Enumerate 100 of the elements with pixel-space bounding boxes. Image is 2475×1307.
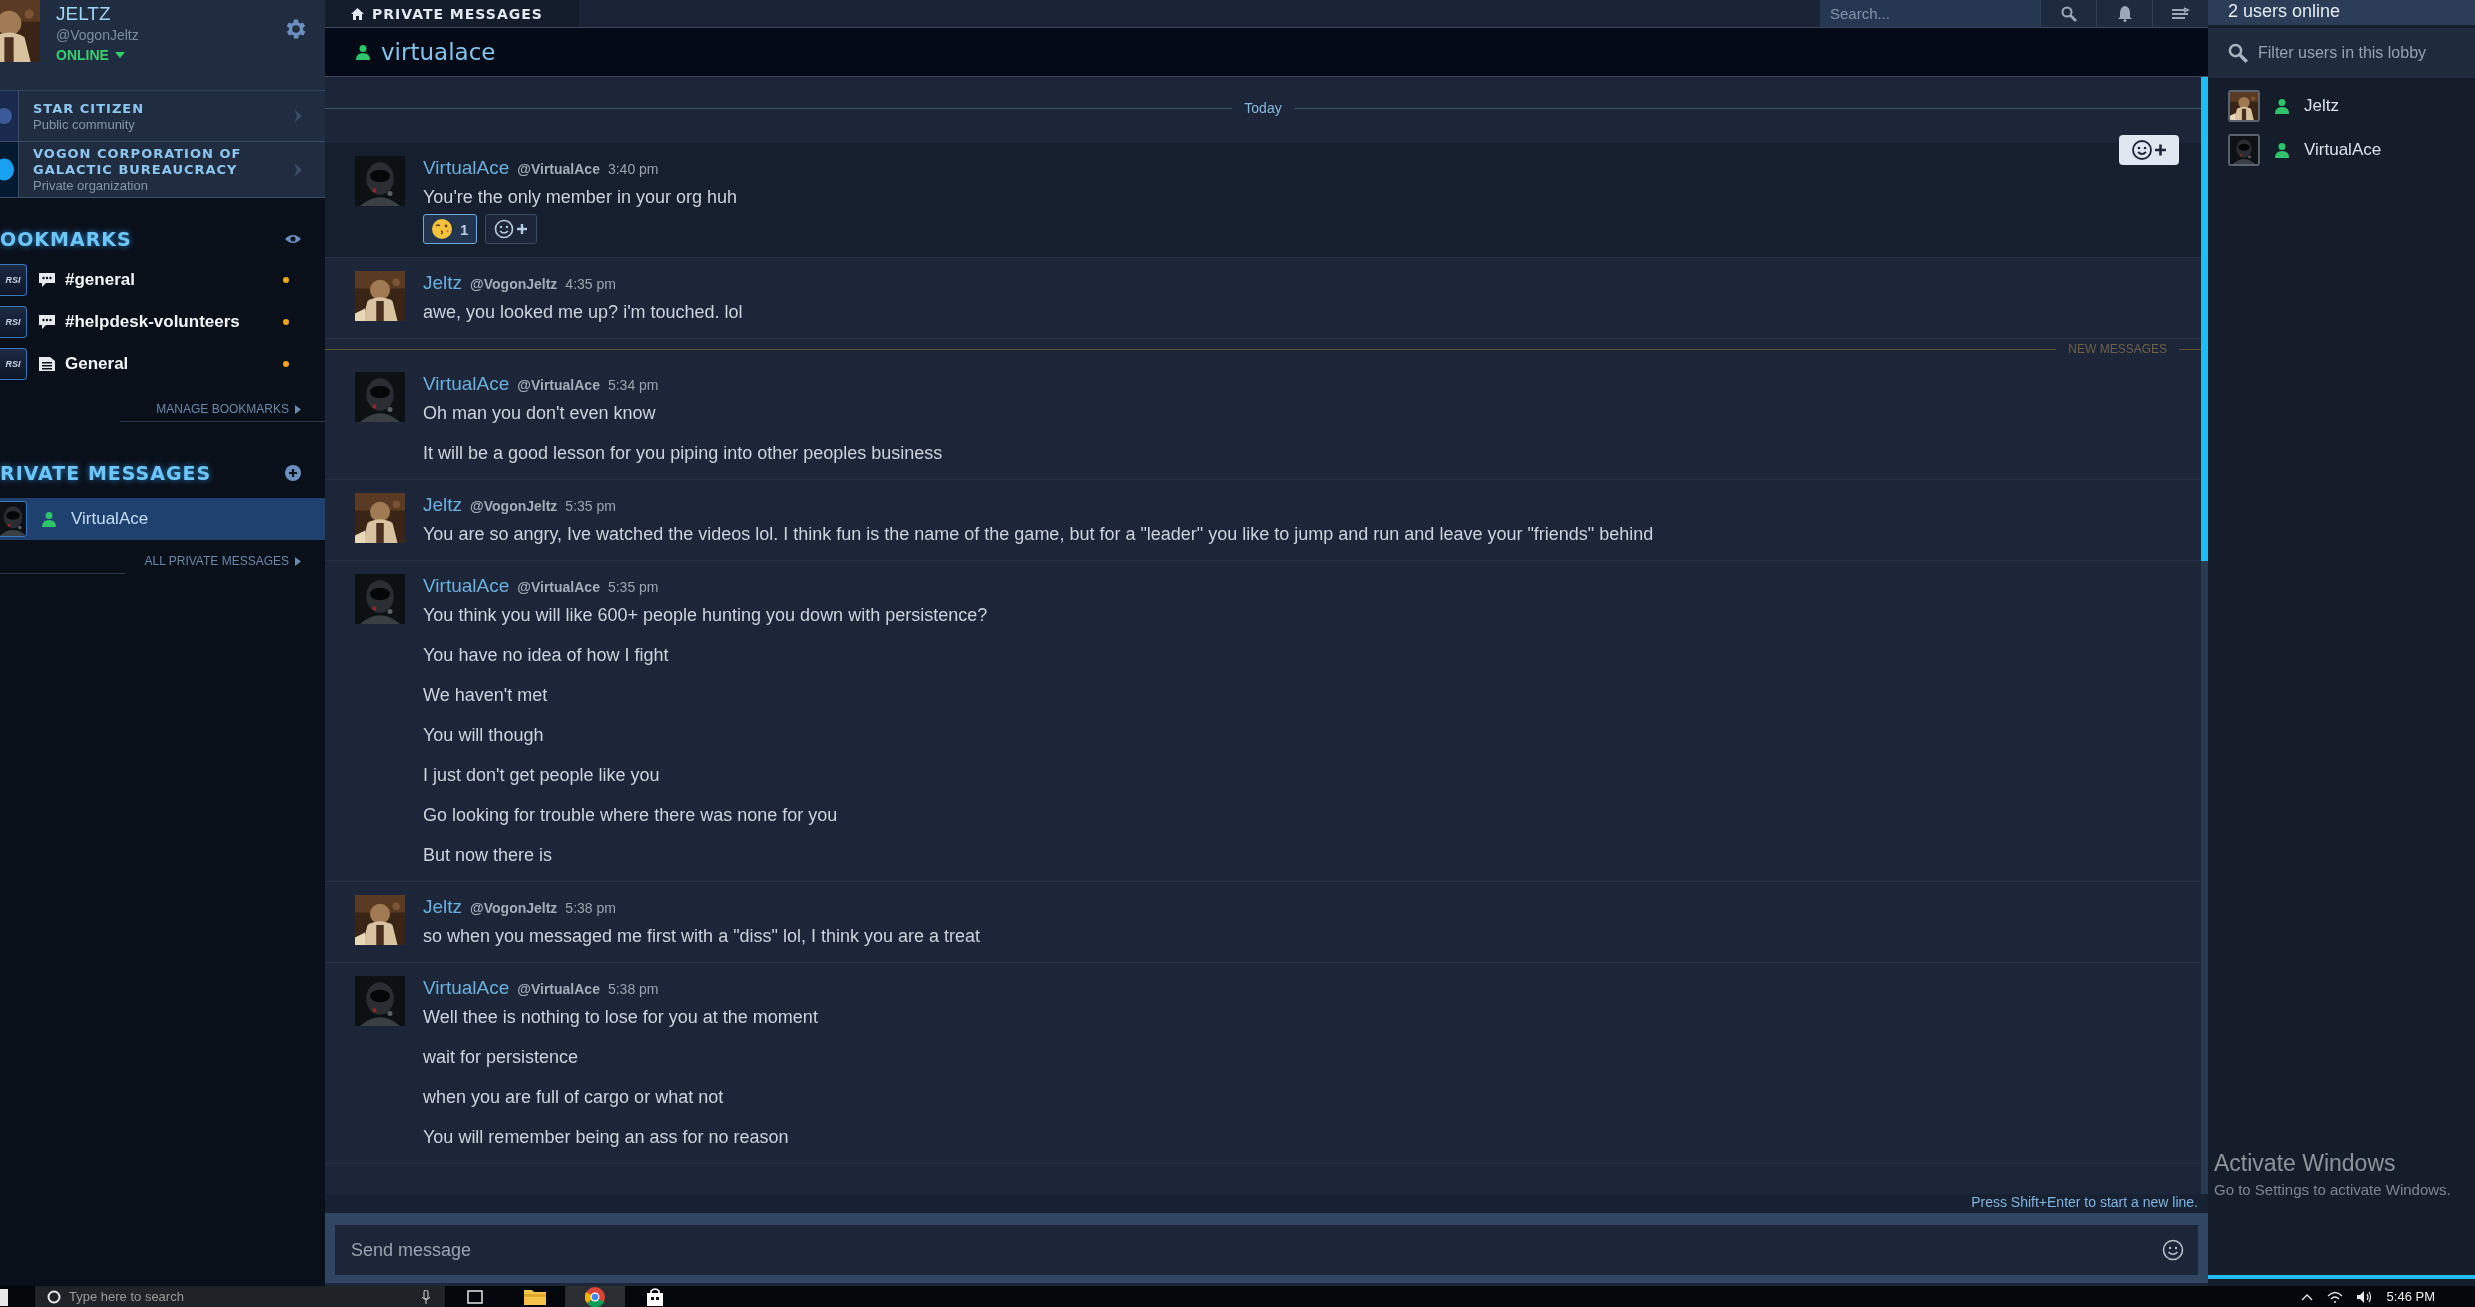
message-text: You will though [423, 724, 545, 747]
chevron-right-icon [293, 109, 303, 123]
search-button[interactable] [2040, 0, 2096, 27]
bookmark-item[interactable]: RSI #helpdesk-volunteers [0, 306, 325, 338]
search-icon [2060, 5, 2077, 22]
author-name[interactable]: Jeltz [423, 493, 463, 517]
message-text: awe, you looked me up? i'm touched. lol [423, 301, 743, 324]
conversation-item[interactable]: VirtualAce [0, 498, 325, 540]
message-text: You're the only member in your org huh [423, 186, 737, 209]
message-text: We haven't met [423, 684, 549, 707]
author-name[interactable]: VirtualAce [423, 574, 510, 598]
bookmark-item[interactable]: RSI General [0, 348, 325, 380]
private-messages-tab[interactable]: PRIVATE MESSAGES [325, 0, 579, 27]
author-handle: @VirtualAce [517, 980, 600, 999]
message-text: It will be a good lesson for you piping into other peoples business [423, 442, 943, 465]
taskbar-search-field[interactable]: Type here to search [69, 1286, 413, 1307]
globe-icon [0, 142, 19, 197]
message-text: You think you will like 600+ people hunting you down with persistence? [423, 604, 988, 627]
community-item[interactable]: VOGON CORPORATION OF GALACTIC BUREAUCRACY Private organization [0, 142, 325, 198]
smiley-plus-icon [2131, 139, 2167, 161]
section-title: OOKMARKS [0, 228, 132, 250]
online-count: 2 users online [2208, 0, 2475, 25]
wifi-icon[interactable] [2326, 1290, 2343, 1303]
org-badge: RSI [0, 264, 27, 296]
community-name: VOGON CORPORATION OF GALACTIC BUREAUCRACY [33, 146, 243, 178]
message-text: Well thee is nothing to lose for you at the moment [423, 1006, 818, 1029]
caret-icon [114, 52, 125, 58]
user-item[interactable]: Jeltz [2228, 90, 2475, 122]
author-name[interactable]: Jeltz [423, 271, 463, 295]
caret-icon [295, 404, 301, 414]
chat-icon [39, 273, 55, 287]
user-name: JELTZ [56, 2, 112, 26]
message-text: Go looking for trouble where there was none for you [423, 804, 839, 827]
timestamp: 5:38 pm [607, 980, 659, 999]
hint-text: Press Shift+Enter to start a new line. [1971, 1194, 2198, 1212]
bell-icon [2117, 5, 2132, 22]
all-private-messages-link[interactable]: ALL PRIVATE MESSAGES [144, 554, 301, 568]
author-handle: @VirtualAce [517, 160, 600, 179]
microphone-icon[interactable] [421, 1289, 431, 1304]
timestamp: 5:35 pm [565, 497, 616, 516]
timestamp: 5:34 pm [607, 376, 659, 395]
browser-icon [585, 1286, 605, 1307]
caret-icon [295, 556, 301, 566]
menu-button[interactable] [2152, 0, 2208, 27]
home-icon [351, 7, 364, 20]
filter-box[interactable]: Filter users in this lobby [2208, 28, 2475, 78]
activation-notice-text: Go to Settings to activate Windows. [2214, 1181, 2451, 1198]
message-text: when you are full of cargo or what not [423, 1086, 725, 1109]
circle-icon [47, 1289, 61, 1304]
filter-field[interactable]: Filter users in this lobby [2258, 33, 2468, 73]
new-messages-label: NEW MESSAGES [2068, 342, 2167, 356]
kiss-emoji-icon [432, 219, 452, 239]
timestamp: 4:35 pm [565, 275, 616, 294]
message-text: wait for persistence [423, 1046, 580, 1069]
manage-bookmarks-link[interactable]: MANAGE BOOKMARKS [156, 402, 301, 416]
timestamp: 5:35 pm [607, 578, 659, 597]
author-name[interactable]: Jeltz [423, 895, 463, 919]
scrollbar[interactable] [2201, 77, 2208, 1194]
message-text: You have no idea of how I fight [423, 644, 670, 667]
user-item[interactable]: VirtualAce [2228, 134, 2475, 166]
author-name[interactable]: VirtualAce [423, 372, 510, 396]
timestamp: 5:38 pm [565, 899, 616, 918]
notifications-button[interactable] [2096, 0, 2152, 27]
user-handle: @VogonJeltz [56, 26, 140, 44]
org-badge: RSI [0, 348, 27, 380]
author-handle: @VogonJeltz [470, 275, 558, 294]
volume-icon[interactable] [2356, 1290, 2373, 1303]
chat-icon [39, 315, 55, 329]
section-title: RIVATE MESSAGES [0, 462, 212, 484]
start-button[interactable] [0, 1289, 8, 1306]
author-handle: @VogonJeltz [470, 497, 558, 516]
message-text: You will remember being an ass for no reason [423, 1126, 790, 1149]
author-handle: @VirtualAce [517, 376, 600, 395]
bookmark-item[interactable]: RSI #general [0, 264, 325, 296]
message-text: You are so angry, Ive watched the videos lol. I think fun is the name of the game, but for a "leader" you like to jump and run and leave your "friends" behind [423, 523, 1654, 546]
smiley-icon[interactable] [2162, 1239, 2184, 1261]
add-reaction-button[interactable] [485, 214, 538, 244]
search-field[interactable]: Search... [1820, 0, 2040, 27]
message-text: Oh man you don't even know [423, 402, 657, 425]
chevron-up-icon[interactable] [2300, 1292, 2313, 1301]
community-item[interactable]: STAR CITIZEN Public community [0, 91, 325, 142]
conversation-title: virtualace [381, 39, 496, 65]
search-icon [2228, 43, 2248, 63]
taskbar-search-box[interactable]: Type here to search [35, 1286, 445, 1307]
add-reaction-button[interactable] [2119, 135, 2179, 165]
community-name: STAR CITIZEN [33, 100, 146, 117]
author-name[interactable]: VirtualAce [423, 976, 510, 1000]
folder-icon [524, 1288, 546, 1305]
browser-button[interactable] [565, 1286, 625, 1307]
add-icon[interactable] [285, 465, 301, 481]
arrows-icon [2171, 6, 2190, 21]
author-name[interactable]: VirtualAce [423, 156, 510, 180]
reaction-button[interactable]: 1 [423, 214, 478, 244]
author-handle: @VirtualAce [517, 578, 600, 597]
status-dropdown[interactable]: ONLINE [56, 44, 283, 66]
eye-icon[interactable] [285, 234, 301, 244]
document-icon [39, 357, 55, 371]
message-text: I just don't get people like you [423, 764, 661, 787]
clock: 5:46 PM [2386, 1289, 2435, 1304]
author-handle: @VogonJeltz [470, 899, 558, 918]
